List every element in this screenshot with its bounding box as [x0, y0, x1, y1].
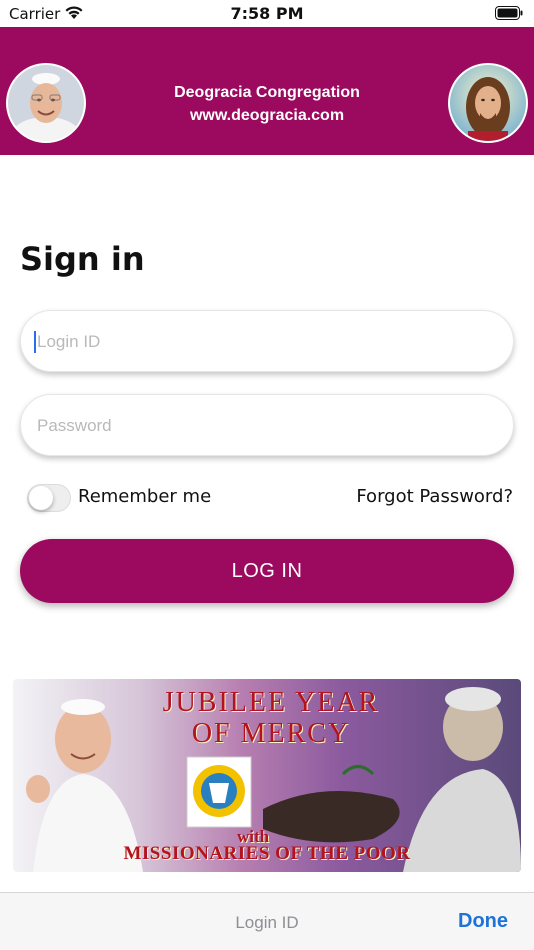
- toggle-knob: [29, 486, 53, 510]
- clock: 7:58 PM: [230, 4, 304, 23]
- keyboard-accessory-bar: Login ID Done: [0, 892, 534, 950]
- sign-in-title: Sign in: [20, 240, 145, 278]
- accessory-field-label: Login ID: [235, 913, 299, 932]
- text-caret: [34, 331, 36, 353]
- login-id-field[interactable]: [20, 310, 514, 373]
- pope-avatar: [8, 65, 84, 141]
- header-text: Deogracia Congregation www.deogracia.com: [100, 81, 434, 127]
- jesus-avatar: [450, 65, 526, 141]
- jesus-portrait-icon: [450, 65, 526, 141]
- banner-title-line1: JUBILEE YEAR: [162, 687, 380, 718]
- login-button[interactable]: LOG IN: [20, 539, 514, 603]
- remember-me-label: Remember me: [78, 486, 212, 507]
- done-button[interactable]: Done: [458, 910, 508, 933]
- banner-subtitle: MISSIONARIES OF THE POOR: [123, 843, 411, 864]
- status-bar: Carrier 7:58 PM: [0, 0, 534, 27]
- banner-title-line2: OF MERCY: [191, 718, 351, 749]
- app-header: Deogracia Congregation www.deogracia.com: [0, 27, 534, 155]
- congregation-title: Deogracia Congregation: [174, 84, 360, 101]
- website-link[interactable]: www.deogracia.com: [100, 104, 434, 127]
- banner-title: JUBILEE YEAR OF MERCY: [121, 687, 421, 749]
- forgot-password-link[interactable]: Forgot Password?: [356, 486, 513, 507]
- jubilee-banner: JUBILEE YEAR OF MERCY with MISSIONARIES …: [13, 679, 521, 872]
- pope-portrait-icon: [8, 65, 84, 141]
- remember-me-toggle[interactable]: [27, 484, 71, 512]
- battery-icon: [495, 6, 523, 20]
- password-field[interactable]: [20, 394, 514, 457]
- password-input[interactable]: [35, 395, 499, 457]
- login-id-input[interactable]: [35, 311, 499, 373]
